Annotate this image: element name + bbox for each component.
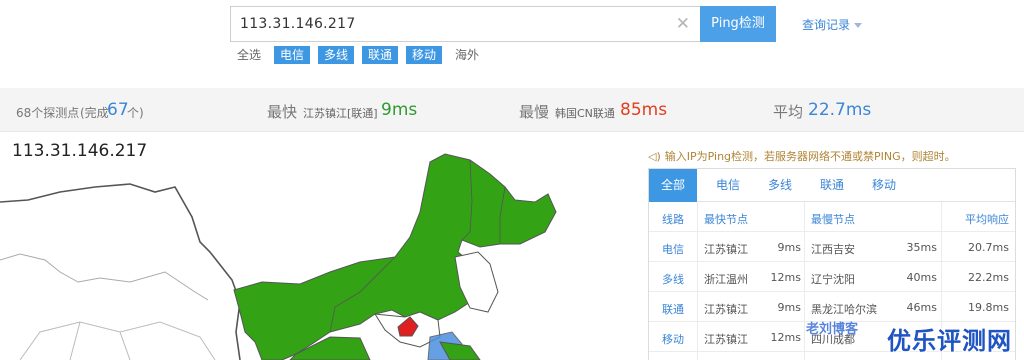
table-header: 线路 最快节点 最慢节点 平均响应 (649, 202, 1015, 232)
filter-overseas[interactable]: 海外 (455, 46, 483, 64)
slowest-value: 85ms (620, 100, 668, 120)
isp-tabs: 全部 电信 多线 联通 移动 (649, 169, 1015, 202)
row-isp: 联通 (662, 303, 684, 316)
close-icon[interactable]: ✕ (676, 14, 690, 34)
map-border-northwest (0, 253, 209, 301)
row-fast-node: 浙江温州 (704, 273, 748, 286)
header-fastest: 最快节点 (704, 213, 748, 226)
tab-all[interactable]: 全部 (649, 169, 697, 202)
row-average: 22.2ms (968, 271, 1009, 284)
row-slow-time: 46ms (906, 301, 937, 314)
row-fast-time: 12ms (770, 271, 801, 284)
tab-unicom[interactable]: 联通 (807, 169, 857, 202)
speaker-icon: ◁) (648, 150, 661, 163)
tab-telecom[interactable]: 电信 (703, 169, 753, 202)
header-isp: 线路 (662, 213, 684, 226)
ip-input-value: 113.31.146.217 (240, 16, 356, 32)
chevron-down-icon (854, 23, 863, 28)
tab-multi[interactable]: 多线 (755, 169, 805, 202)
filter-unicom[interactable]: 联通 (362, 46, 398, 64)
ping-check-button[interactable]: Ping检测 (700, 6, 776, 42)
tab-mobile[interactable]: 移动 (859, 169, 909, 202)
probe-count: 68个探测点 (16, 106, 80, 120)
average-label: 平均 (773, 103, 804, 121)
row-average: 19.8ms (968, 301, 1009, 314)
average-value: 22.7ms (808, 100, 872, 120)
china-ping-map[interactable] (0, 132, 640, 360)
watermark-blog: 老刘博客 (806, 322, 859, 337)
completed-suffix: 个) (127, 106, 144, 120)
row-slow-time: 35ms (906, 241, 937, 254)
row-fast-time: 12ms (770, 331, 801, 344)
row-average: 20.7ms (968, 241, 1009, 254)
fastest-node: 江苏镇江[联通] (303, 107, 378, 120)
row-isp: 多线 (662, 273, 684, 286)
row-isp: 电信 (662, 243, 684, 256)
fastest-label: 最快 (267, 103, 298, 121)
tip-text: ◁) 输入IP为Ping检测，若服务器网络不通或禁PING，则超时。 (648, 148, 956, 164)
row-fast-node: 江苏镇江 (704, 333, 748, 346)
completed-prefix: (完成 (80, 106, 109, 120)
row-fast-time: 9ms (777, 301, 801, 314)
row-fast-time: 9ms (777, 241, 801, 254)
table-row: 电信 江苏镇江 9ms 江西吉安 35ms 20.7ms (649, 232, 1015, 262)
row-fast-node: 江苏镇江 (704, 303, 748, 316)
slowest-label: 最慢 (519, 103, 550, 121)
query-history-dropdown[interactable]: 查询记录 (802, 16, 863, 33)
filter-select-all[interactable]: 全选 (237, 46, 265, 64)
tip-message: 输入IP为Ping检测，若服务器网络不通或禁PING，则超时。 (664, 150, 956, 163)
row-slow-node: 辽宁沈阳 (811, 273, 855, 286)
filter-mobile[interactable]: 移动 (406, 46, 442, 64)
row-slow-node: 黑龙江哈尔滨 (811, 303, 877, 316)
row-slow-node: 江西吉安 (811, 243, 855, 256)
table-row: 多线 浙江温州 12ms 辽宁沈阳 40ms 22.2ms (649, 262, 1015, 292)
completed-count: 67 (107, 100, 129, 120)
filter-multi[interactable]: 多线 (318, 46, 354, 64)
header-slowest: 最慢节点 (811, 213, 855, 226)
header-average: 平均响应 (965, 213, 1009, 226)
ip-search-input[interactable]: 113.31.146.217 ✕ (230, 6, 700, 42)
slowest-node: 韩国CN联通 (555, 107, 615, 120)
watermark-site: 优乐评测网 (887, 327, 1012, 355)
map-border-west (0, 183, 241, 360)
row-isp: 移动 (662, 333, 684, 346)
map-province-lines (19, 321, 216, 360)
row-fast-node: 江苏镇江 (704, 243, 748, 256)
ping-summary-bar: 68个探测点 (完成 67 个) 最快 江苏镇江[联通] 9ms 最慢 韩国CN… (0, 88, 1024, 132)
filter-telecom[interactable]: 电信 (274, 46, 310, 64)
row-slow-time: 40ms (906, 271, 937, 284)
fastest-value: 9ms (381, 100, 418, 120)
query-history-label: 查询记录 (802, 18, 851, 32)
